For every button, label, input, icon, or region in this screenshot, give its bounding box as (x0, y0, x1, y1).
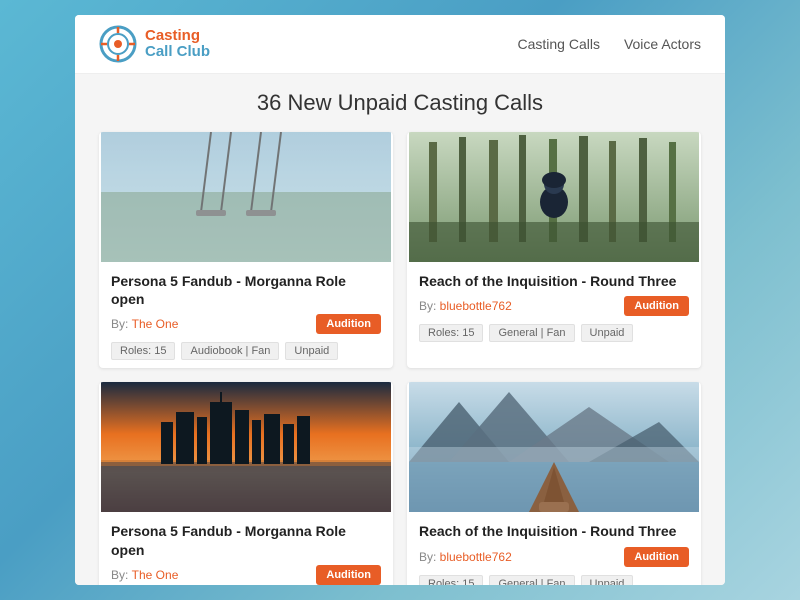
card-4-tags: Roles: 15 General | Fan Unpaid (419, 575, 689, 585)
card-2-image (407, 132, 701, 262)
card-3-image (99, 382, 393, 512)
card-4-image (407, 382, 701, 512)
main-container: Casting Call Club Casting Calls Voice Ac… (75, 15, 725, 585)
card-4-author: By: bluebottle762 (419, 550, 512, 564)
logo-text: Casting Call Club (145, 28, 210, 61)
card-3-author-row: By: The One Audition (111, 565, 381, 585)
tag-type: Audiobook | Fan (181, 342, 279, 360)
logo-area: Casting Call Club (99, 25, 210, 63)
tag-paid: Unpaid (581, 324, 634, 342)
tag-roles: Roles: 15 (419, 324, 483, 342)
card-2: Reach of the Inquisition - Round Three B… (407, 132, 701, 368)
logo-icon (99, 25, 137, 63)
card-1-author-row: By: The One Audition (111, 314, 381, 334)
card-4-audition-button[interactable]: Audition (624, 547, 689, 567)
header: Casting Call Club Casting Calls Voice Ac… (75, 15, 725, 74)
tag-roles: Roles: 15 (111, 342, 175, 360)
card-2-author-row: By: bluebottle762 Audition (419, 296, 689, 316)
card-2-title: Reach of the Inquisition - Round Three (419, 272, 689, 290)
card-1-image (99, 132, 393, 262)
card-2-tags: Roles: 15 General | Fan Unpaid (419, 324, 689, 342)
tag-paid: Unpaid (285, 342, 338, 360)
card-4-author-row: By: bluebottle762 Audition (419, 547, 689, 567)
nav-links: Casting Calls Voice Actors (517, 36, 701, 52)
page-title: 36 New Unpaid Casting Calls (99, 90, 701, 116)
logo-callclub: Call Club (145, 44, 210, 61)
card-3-audition-button[interactable]: Audition (316, 565, 381, 585)
tag-roles: Roles: 15 (419, 575, 483, 585)
card-1-author: By: The One (111, 317, 178, 331)
card-4-title: Reach of the Inquisition - Round Three (419, 522, 689, 540)
card-2-audition-button[interactable]: Audition (624, 296, 689, 316)
tag-type: General | Fan (489, 324, 574, 342)
card-4-author-link[interactable]: bluebottle762 (440, 550, 512, 564)
cards-grid: Persona 5 Fandub - Morganna Role open By… (99, 132, 701, 585)
tag-type: General | Fan (489, 575, 574, 585)
card-4: Reach of the Inquisition - Round Three B… (407, 382, 701, 585)
card-2-author-link[interactable]: bluebottle762 (440, 299, 512, 313)
card-1-title: Persona 5 Fandub - Morganna Role open (111, 272, 381, 308)
page-content: 36 New Unpaid Casting Calls (75, 74, 725, 585)
card-1-author-link[interactable]: The One (132, 317, 179, 331)
card-3-author-link[interactable]: The One (132, 568, 179, 582)
card-3-title: Persona 5 Fandub - Morganna Role open (111, 522, 381, 558)
card-1: Persona 5 Fandub - Morganna Role open By… (99, 132, 393, 368)
card-2-author: By: bluebottle762 (419, 299, 512, 313)
card-3: Persona 5 Fandub - Morganna Role open By… (99, 382, 393, 585)
card-1-body: Persona 5 Fandub - Morganna Role open By… (99, 262, 393, 368)
card-1-tags: Roles: 15 Audiobook | Fan Unpaid (111, 342, 381, 360)
card-3-author: By: The One (111, 568, 178, 582)
logo-casting: Casting (145, 28, 210, 45)
nav-voice-actors[interactable]: Voice Actors (624, 36, 701, 52)
card-4-body: Reach of the Inquisition - Round Three B… (407, 512, 701, 585)
tag-paid: Unpaid (581, 575, 634, 585)
card-2-body: Reach of the Inquisition - Round Three B… (407, 262, 701, 350)
nav-casting-calls[interactable]: Casting Calls (517, 36, 599, 52)
card-1-audition-button[interactable]: Audition (316, 314, 381, 334)
card-3-body: Persona 5 Fandub - Morganna Role open By… (99, 512, 393, 585)
